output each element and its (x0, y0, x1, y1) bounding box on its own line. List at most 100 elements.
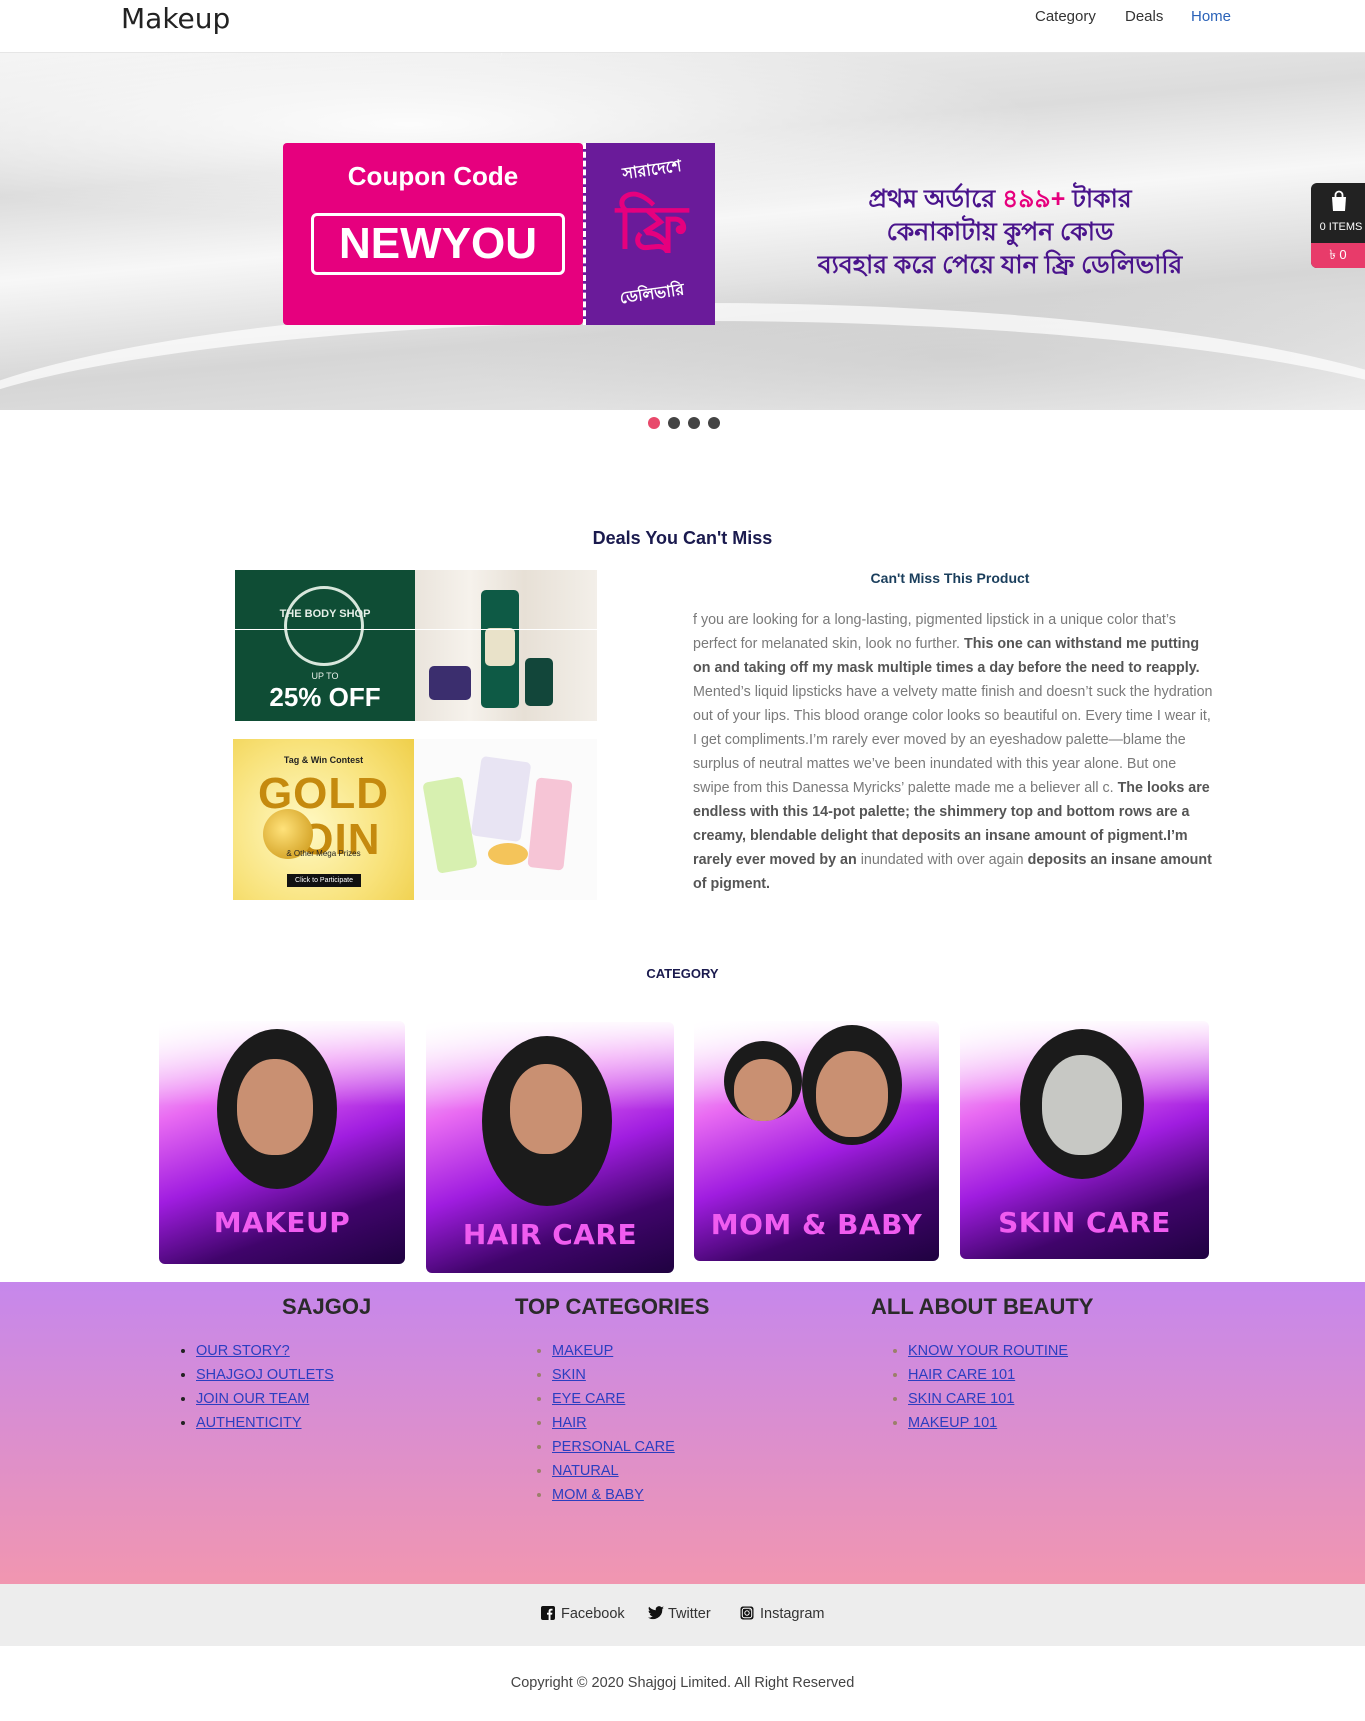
site-footer: SAJGOJ OUR STORY? SHAJGOJ OUTLETS JOIN O… (0, 1282, 1365, 1584)
shopping-bag-icon (1327, 189, 1351, 213)
deal-veet-products-image[interactable] (414, 739, 597, 900)
footer-list-item: HAIR CARE 101 (908, 1363, 1068, 1387)
bodyshop-discount: 25% OFF (269, 682, 381, 712)
ticket-big-text: ফ্রি (616, 194, 688, 261)
nav-link-home[interactable]: Home (1191, 8, 1231, 25)
banner-offer-text: প্রথম অর্ডারে ৪৯৯+ টাকার কেনাকাটায় কুপন… (800, 183, 1200, 282)
copyright-text: Copyright © 2020 Shajgoj Limited. All Ri… (510, 1675, 855, 1691)
facebook-icon (541, 1606, 555, 1620)
footer-link-makeup-101[interactable]: MAKEUP 101 (908, 1415, 997, 1431)
footer-list-item: SKIN CARE 101 (908, 1387, 1068, 1411)
bodyshop-upto: UP TO (311, 671, 339, 681)
product-highlight-title: Can't Miss This Product (870, 570, 1030, 586)
footer-link-our-story[interactable]: OUR STORY? (196, 1343, 290, 1359)
participate-button[interactable]: Click to Participate (287, 874, 361, 887)
footer-link-know-routine[interactable]: KNOW YOUR ROUTINE (908, 1343, 1068, 1359)
deals-section-title: Deals You Can't Miss (592, 528, 773, 548)
category-label: MOM & BABY (710, 1208, 923, 1241)
category-card-makeup[interactable]: MAKEUP (159, 1021, 405, 1264)
image-divider (235, 629, 597, 630)
bodyshop-logo-text: THE BODY SHOP (279, 608, 371, 620)
nav-link-category[interactable]: Category (1035, 8, 1096, 25)
coupon-ticket: Coupon Code NEWYOU সারাদেশে ফ্রি ডেলিভার… (283, 143, 715, 325)
deal-bodyshop-banner[interactable]: THE BODY SHOP UP TO 25% OFF (235, 570, 415, 721)
carousel-dot-4[interactable] (708, 417, 720, 429)
footer-col-title-sajgoj: SAJGOJ (282, 1294, 372, 1319)
bodyshop-logo-ring (284, 586, 364, 666)
model-face (510, 1064, 582, 1154)
category-label: SKIN CARE (998, 1206, 1171, 1239)
offer-line3: ব্যবহার করে পেয়ে যান ফ্রি ডেলিভারি (817, 251, 1183, 279)
footer-list-item: MAKEUP (552, 1339, 675, 1363)
footer-link-mom-baby[interactable]: MOM & BABY (552, 1487, 644, 1503)
model-face (237, 1059, 313, 1155)
footer-link-authenticity[interactable]: AUTHENTICITY (196, 1415, 302, 1431)
footer-list-item: SKIN (552, 1363, 675, 1387)
category-card-skin-care[interactable]: SKIN CARE (960, 1021, 1209, 1259)
instagram-icon (740, 1606, 754, 1620)
desc-text: inundated with over again (856, 852, 1028, 868)
floating-cart[interactable]: 0 ITEMS ৳ 0 (1311, 183, 1365, 268)
carousel-dot-2[interactable] (668, 417, 680, 429)
coupon-ticket-right: সারাদেশে ফ্রি ডেলিভারি (583, 143, 715, 325)
footer-list-all-about-beauty: KNOW YOUR ROUTINE HAIR CARE 101 SKIN CAR… (890, 1339, 1068, 1435)
offer-line1-a: প্রথম অর্ডারে (868, 185, 1003, 213)
footer-link-outlets[interactable]: SHAJGOJ OUTLETS (196, 1367, 334, 1383)
footer-list-item: NATURAL (552, 1459, 675, 1483)
brand-logo[interactable]: Makeup (121, 2, 230, 35)
gold-contest-tag: Tag & Win Contest (283, 755, 364, 765)
mother-face (816, 1051, 888, 1137)
product-bottle (422, 776, 478, 874)
twitter-label: Twitter (668, 1606, 711, 1622)
footer-link-makeup[interactable]: MAKEUP (552, 1343, 613, 1359)
nav-link-deals[interactable]: Deals (1125, 8, 1163, 25)
footer-col-title-all-about-beauty: ALL ABOUT BEAUTY (871, 1294, 1094, 1319)
product-box (470, 755, 532, 843)
category-card-hair-care[interactable]: HAIR CARE (426, 1022, 674, 1273)
footer-list-item: PERSONAL CARE (552, 1435, 675, 1459)
instagram-label: Instagram (760, 1606, 825, 1622)
offer-line1-c: টাকার (1065, 185, 1132, 213)
facebook-label: Facebook (561, 1606, 625, 1622)
carousel-indicators (648, 417, 728, 431)
offer-line2: কেনাকাটায় কুপন কোড (886, 218, 1114, 246)
footer-list-item: KNOW YOUR ROUTINE (908, 1339, 1068, 1363)
footer-link-join-team[interactable]: JOIN OUR TEAM (196, 1391, 309, 1407)
footer-col-title-top-categories: TOP CATEGORIES (515, 1294, 710, 1319)
footer-link-hair[interactable]: HAIR (552, 1415, 587, 1431)
footer-list-top-categories: MAKEUP SKIN EYE CARE HAIR PERSONAL CARE … (534, 1339, 675, 1507)
footer-list-item: MOM & BABY (552, 1483, 675, 1507)
product-bottle-small (525, 658, 553, 706)
footer-link-skin-care-101[interactable]: SKIN CARE 101 (908, 1391, 1014, 1407)
product-description: f you are looking for a long-lasting, pi… (693, 608, 1213, 896)
cart-total: ৳ 0 (1311, 243, 1365, 268)
carousel-dot-3[interactable] (688, 417, 700, 429)
twitter-link[interactable]: Twitter (648, 1606, 711, 1622)
coupon-code: NEWYOU (311, 213, 565, 275)
footer-list-item: OUR STORY? (196, 1339, 334, 1363)
social-links-bar: Facebook Twitter Instagram (0, 1584, 1365, 1646)
coupon-title: Coupon Code (347, 161, 519, 191)
deal-products-image[interactable] (415, 570, 597, 721)
gold-subtext: & Other Mega Prizes (286, 849, 361, 858)
product-label (485, 628, 515, 666)
footer-link-hair-care-101[interactable]: HAIR CARE 101 (908, 1367, 1015, 1383)
footer-list-item: AUTHENTICITY (196, 1411, 334, 1435)
footer-link-natural[interactable]: NATURAL (552, 1463, 619, 1479)
child-face (734, 1059, 792, 1121)
model-face-mask (1042, 1055, 1122, 1155)
ticket-bottom-text: ডেলিভারি (618, 281, 686, 308)
footer-link-personal-care[interactable]: PERSONAL CARE (552, 1439, 675, 1455)
category-label: HAIR CARE (462, 1218, 638, 1251)
footer-list-item: SHAJGOJ OUTLETS (196, 1363, 334, 1387)
deal-gold-coin-banner[interactable]: Tag & Win Contest GOLD COIN & Other Mega… (233, 739, 414, 900)
hero-carousel[interactable]: Coupon Code NEWYOU সারাদেশে ফ্রি ডেলিভার… (0, 53, 1365, 410)
ticket-top-text: সারাদেশে (621, 157, 683, 184)
category-card-mom-baby[interactable]: MOM & BABY (694, 1021, 939, 1261)
facebook-link[interactable]: Facebook (541, 1606, 625, 1622)
footer-link-skin[interactable]: SKIN (552, 1367, 586, 1383)
offer-line1-amount: ৪৯৯+ (1002, 185, 1066, 213)
footer-link-eye-care[interactable]: EYE CARE (552, 1391, 625, 1407)
instagram-link[interactable]: Instagram (740, 1606, 824, 1622)
carousel-dot-1[interactable] (648, 417, 660, 429)
